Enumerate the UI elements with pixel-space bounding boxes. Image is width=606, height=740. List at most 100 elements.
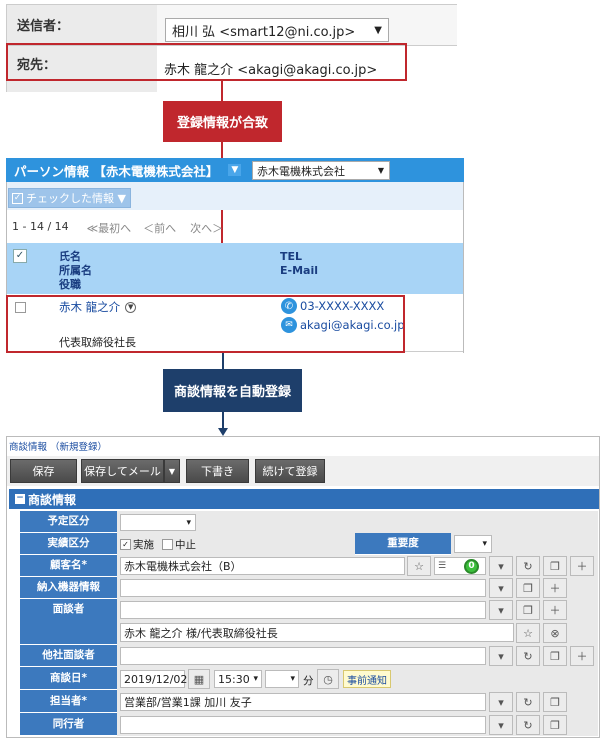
other-contact-input[interactable] <box>120 647 486 665</box>
copy-icon[interactable]: ❐ <box>543 715 567 735</box>
label-other-contact: 他社面談者 <box>20 645 117 667</box>
callout-match: 登録情報が合致 <box>163 101 282 142</box>
done-checkbox[interactable]: ✓ <box>120 539 131 550</box>
label-companion: 同行者 <box>20 713 117 736</box>
highlight-to-field <box>6 43 407 81</box>
paging-first[interactable]: ≪最初へ <box>87 220 132 236</box>
chevron-down-icon[interactable]: ▾ <box>489 578 513 598</box>
chevron-down-icon[interactable]: ▾ <box>489 715 513 735</box>
company-select-value: 赤木電機株式会社 <box>257 164 345 178</box>
stopped-checkbox[interactable] <box>162 539 173 550</box>
copy-icon[interactable]: ❐ <box>543 646 567 666</box>
arrow-head-icon <box>218 428 228 436</box>
arrow-line <box>221 81 223 101</box>
label-owner: 担当者* <box>20 690 117 713</box>
pagination: 1 - 14 / 14 ≪最初へ ＜前へ 次へ＞ <box>12 220 223 236</box>
draft-button[interactable]: 下書き <box>186 459 249 483</box>
page-title: 商談情報 （新規登録） <box>9 442 108 453</box>
copy-icon[interactable]: ❐ <box>543 556 567 576</box>
chevron-down-icon: ▼ <box>374 24 382 36</box>
highlight-person-row <box>6 295 405 353</box>
copy-icon[interactable]: ❐ <box>516 600 540 620</box>
chevron-down-icon: ▼ <box>377 166 384 175</box>
checked-info-button[interactable]: ✓ チェックした情報 ▼ <box>8 188 131 208</box>
sender-select[interactable]: 相川 弘 <smart12@ni.co.jp> ▼ <box>165 18 389 42</box>
paging-next[interactable]: 次へ＞ <box>190 220 223 236</box>
plus-icon[interactable]: ＋ <box>570 646 594 666</box>
checkbox-checked-icon: ✓ <box>12 192 23 204</box>
clock-icon[interactable]: ◷ <box>317 669 339 689</box>
label-customer: 顧客名* <box>20 555 117 577</box>
date-input[interactable]: 2019/12/02 <box>120 670 187 688</box>
chevron-down-icon[interactable]: ▾ <box>489 692 513 712</box>
owner-input[interactable]: 営業部/営業1課 加川 友子 <box>120 693 486 711</box>
chevron-down-icon: ▾ <box>186 517 191 528</box>
checked-info-label: チェックした情報 ▼ <box>26 192 126 205</box>
company-select[interactable]: 赤木電機株式会社 ▼ <box>252 161 390 180</box>
person-header: パーソン情報 【赤木電機株式会社】 ▼ <box>6 158 464 182</box>
chevron-down-icon[interactable]: ▾ <box>489 646 513 666</box>
plus-icon[interactable]: ＋ <box>543 600 567 620</box>
companion-input[interactable] <box>120 716 486 734</box>
importance-select[interactable]: ▾ <box>454 535 492 553</box>
equipment-input[interactable] <box>120 579 486 597</box>
contact-person-entry: 赤木 龍之介 様/代表取締役社長 <box>120 623 514 642</box>
arrow-line <box>222 353 224 369</box>
paging-prev[interactable]: ＜前へ <box>143 220 176 236</box>
paging-range: 1 - 14 / 14 <box>12 220 69 233</box>
table-header: ✓ 氏名 所属名 役職 TEL E-Mail <box>7 243 463 294</box>
collapse-icon: − <box>15 493 25 504</box>
minute-select[interactable]: ▾ <box>265 670 299 688</box>
label-date: 商談日* <box>20 667 117 690</box>
reset-icon[interactable]: ↻ <box>516 556 540 576</box>
hour-select[interactable]: 15:30 ▾ <box>214 670 262 688</box>
count-badge: 0 <box>464 558 479 574</box>
label-schedule-type: 予定区分 <box>20 511 117 533</box>
stopped-label: 中止 <box>175 539 196 551</box>
select-all-checkbox[interactable]: ✓ <box>13 249 27 263</box>
copy-icon[interactable]: ❐ <box>543 692 567 712</box>
list-icon: ☰ <box>438 561 447 571</box>
arrow-line <box>222 412 224 428</box>
chevron-down-icon[interactable]: ▾ <box>489 556 513 576</box>
done-type-group: ✓ 実施 中止 <box>120 537 196 552</box>
column-contact: TEL E-Mail <box>280 250 318 277</box>
chevron-down-icon[interactable]: ▼ <box>228 164 242 176</box>
sender-label: 送信者： <box>7 5 157 45</box>
chevron-down-icon[interactable]: ▼ <box>164 459 180 483</box>
label-importance: 重要度 <box>355 533 451 555</box>
plus-icon[interactable]: ＋ <box>570 556 594 576</box>
reset-icon[interactable]: ↻ <box>516 646 540 666</box>
copy-icon[interactable]: ❐ <box>516 578 540 598</box>
chevron-down-icon: ▾ <box>290 674 295 684</box>
save-button[interactable]: 保存 <box>10 459 77 483</box>
section-title: 商談情報 <box>28 492 77 507</box>
star-icon[interactable]: ☆ <box>407 556 431 576</box>
customer-related[interactable]: ☰ 0 <box>434 557 486 575</box>
calendar-icon[interactable]: ▦ <box>188 669 210 689</box>
chevron-down-icon: ▾ <box>253 674 258 684</box>
chevron-down-icon: ▾ <box>482 539 487 549</box>
reset-icon[interactable]: ↻ <box>516 715 540 735</box>
section-header[interactable]: − 商談情報 <box>9 489 599 509</box>
reset-icon[interactable]: ↻ <box>516 692 540 712</box>
save-mail-button[interactable]: 保存してメール <box>81 459 164 483</box>
star-icon[interactable]: ☆ <box>516 623 540 643</box>
contact-input[interactable] <box>120 601 486 619</box>
label-equipment: 納入機器情報 <box>20 577 117 599</box>
column-name: 氏名 所属名 役職 <box>59 250 92 291</box>
person-header-title: パーソン情報 【赤木電機株式会社】 <box>14 163 219 179</box>
plus-icon[interactable]: ＋ <box>543 578 567 598</box>
customer-input[interactable]: 赤木電機株式会社（B） <box>120 557 405 575</box>
continue-button[interactable]: 続けて登録 <box>255 459 325 483</box>
done-label: 実施 <box>133 539 154 551</box>
chevron-down-icon[interactable]: ▾ <box>489 600 513 620</box>
callout-auto-register: 商談情報を自動登録 <box>163 369 302 412</box>
minute-unit: 分 <box>303 675 314 687</box>
notify-button[interactable]: 事前通知 <box>343 670 391 688</box>
label-done-type: 実績区分 <box>20 533 117 555</box>
remove-icon[interactable]: ⊗ <box>543 623 567 643</box>
label-contact: 面談者 <box>20 599 117 645</box>
sender-value: 相川 弘 <smart12@ni.co.jp> <box>172 24 356 40</box>
schedule-type-select[interactable]: ▾ <box>120 514 196 531</box>
